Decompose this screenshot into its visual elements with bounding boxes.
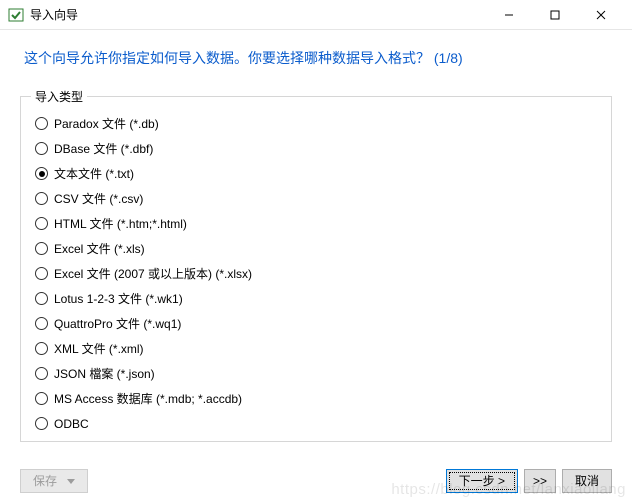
- dropdown-icon: [67, 474, 75, 488]
- radio-label: CSV 文件 (*.csv): [54, 190, 143, 207]
- next-button-label: 下一步 >: [459, 472, 505, 489]
- minimize-button[interactable]: [486, 0, 532, 30]
- window-title: 导入向导: [30, 6, 78, 23]
- cancel-button[interactable]: 取消: [562, 469, 612, 493]
- import-type-option[interactable]: HTML 文件 (*.htm;*.html): [35, 211, 597, 236]
- radio-icon: [35, 217, 48, 230]
- save-button-label: 保存: [33, 472, 57, 489]
- import-type-option[interactable]: JSON 檔案 (*.json): [35, 361, 597, 386]
- radio-label: Excel 文件 (2007 或以上版本) (*.xlsx): [54, 265, 252, 282]
- radio-icon: [35, 292, 48, 305]
- radio-icon: [35, 142, 48, 155]
- import-type-option[interactable]: CSV 文件 (*.csv): [35, 186, 597, 211]
- radio-icon: [35, 417, 48, 430]
- skip-button-label: >>: [533, 474, 547, 488]
- radio-icon: [35, 342, 48, 355]
- radio-label: 文本文件 (*.txt): [54, 165, 134, 182]
- radio-icon: [35, 392, 48, 405]
- skip-to-end-button[interactable]: >>: [524, 469, 556, 493]
- wizard-button-bar: 保存 下一步 > >> 取消: [0, 460, 632, 500]
- import-type-option[interactable]: Excel 文件 (*.xls): [35, 236, 597, 261]
- app-icon: [8, 7, 24, 23]
- import-type-option[interactable]: XML 文件 (*.xml): [35, 336, 597, 361]
- next-button[interactable]: 下一步 >: [446, 469, 518, 493]
- close-button[interactable]: [578, 0, 624, 30]
- cancel-button-label: 取消: [575, 472, 599, 489]
- radio-label: HTML 文件 (*.htm;*.html): [54, 215, 187, 232]
- wizard-header-text: 这个向导允许你指定如何导入数据。你要选择哪种数据导入格式？ (1/8): [0, 30, 632, 76]
- import-type-radio-list: Paradox 文件 (*.db) DBase 文件 (*.dbf) 文本文件 (*…: [35, 111, 597, 436]
- radio-label: DBase 文件 (*.dbf): [54, 140, 153, 157]
- radio-label: XML 文件 (*.xml): [54, 340, 144, 357]
- radio-icon: [35, 267, 48, 280]
- radio-label: Lotus 1-2-3 文件 (*.wk1): [54, 290, 183, 307]
- radio-label: ODBC: [54, 417, 89, 431]
- radio-label: JSON 檔案 (*.json): [54, 365, 155, 382]
- radio-icon: [35, 367, 48, 380]
- import-type-option[interactable]: Excel 文件 (2007 或以上版本) (*.xlsx): [35, 261, 597, 286]
- maximize-button[interactable]: [532, 0, 578, 30]
- radio-label: Excel 文件 (*.xls): [54, 240, 145, 257]
- import-type-group: 导入类型 Paradox 文件 (*.db)DBase 文件 (*.dbf)文本…: [20, 96, 612, 442]
- import-type-legend: 导入类型: [31, 88, 87, 105]
- radio-icon: [35, 167, 48, 180]
- radio-icon: [35, 192, 48, 205]
- titlebar: 导入向导: [0, 0, 632, 30]
- import-type-option[interactable]: 文本文件 (*.txt): [35, 161, 597, 186]
- import-type-option[interactable]: Paradox 文件 (*.db): [35, 111, 597, 136]
- radio-icon: [35, 117, 48, 130]
- radio-label: Paradox 文件 (*.db): [54, 115, 159, 132]
- import-type-option[interactable]: Lotus 1-2-3 文件 (*.wk1): [35, 286, 597, 311]
- radio-label: QuattroPro 文件 (*.wq1): [54, 315, 181, 332]
- radio-icon: [35, 317, 48, 330]
- save-button[interactable]: 保存: [20, 469, 88, 493]
- import-type-option[interactable]: ODBC: [35, 411, 597, 436]
- import-type-option[interactable]: DBase 文件 (*.dbf): [35, 136, 597, 161]
- import-type-option[interactable]: QuattroPro 文件 (*.wq1): [35, 311, 597, 336]
- radio-icon: [35, 242, 48, 255]
- radio-label: MS Access 数据库 (*.mdb; *.accdb): [54, 390, 242, 407]
- import-type-option[interactable]: MS Access 数据库 (*.mdb; *.accdb): [35, 386, 597, 411]
